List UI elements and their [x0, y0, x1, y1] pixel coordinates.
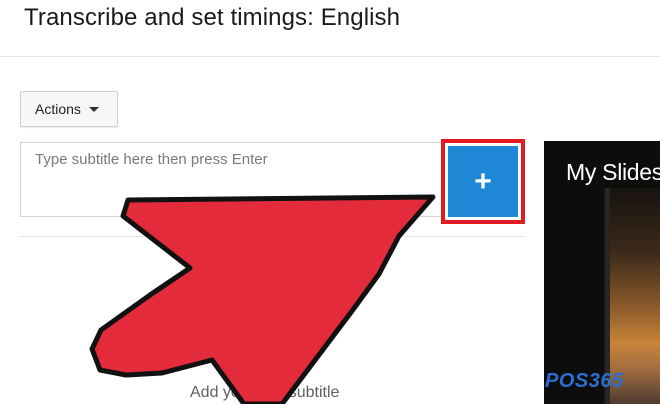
transcribe-page: Transcribe and set timings: English Acti… [0, 0, 660, 404]
watermark-logo: POS365 [545, 370, 624, 392]
add-subtitle-button[interactable]: + [448, 146, 518, 217]
actions-dropdown-button[interactable]: Actions [20, 91, 118, 127]
video-title: My Slides [566, 159, 660, 185]
title-divider [0, 56, 660, 57]
video-preview[interactable]: My Slides [544, 141, 660, 404]
plus-icon: + [474, 164, 492, 198]
caret-down-icon [88, 106, 99, 112]
subtitle-input[interactable] [20, 142, 442, 217]
editor-divider [20, 236, 525, 237]
empty-state-text: Add your first subtitle [190, 384, 340, 401]
actions-label: Actions [35, 101, 81, 117]
page-title: Transcribe and set timings: English [24, 4, 401, 31]
